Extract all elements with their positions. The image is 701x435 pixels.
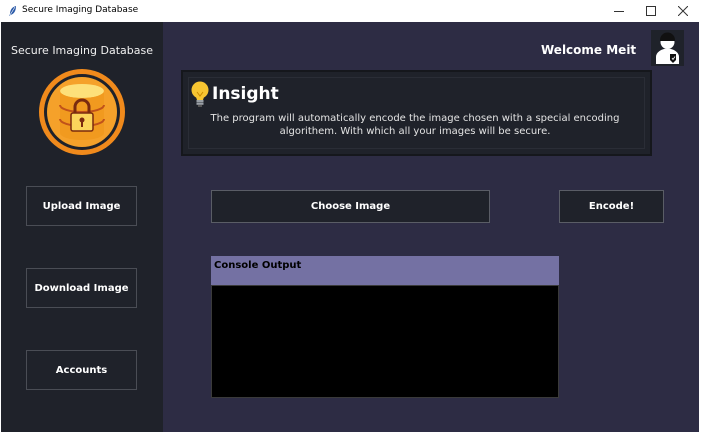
choose-image-button[interactable]: Choose Image [211,190,490,223]
lightbulb-icon [191,81,209,107]
minimize-icon [614,11,624,12]
console-output [211,285,559,398]
welcome-text: Welcome Meit [541,43,637,57]
close-button[interactable] [666,0,700,22]
window-title: Secure Imaging Database [22,5,139,15]
main-window: Secure Imaging Database Upload Image Dow… [1,22,699,432]
feather-icon [9,6,16,16]
window-titlebar: Secure Imaging Database [0,0,701,22]
accounts-button[interactable]: Accounts [26,350,137,390]
insight-title: Insight [212,84,279,104]
sidebar: Secure Imaging Database Upload Image Dow… [1,22,163,432]
close-icon [678,6,688,16]
encode-button[interactable]: Encode! [559,190,664,223]
sidebar-title: Secure Imaging Database [11,44,153,57]
maximize-icon [646,6,656,16]
user-shield-icon [656,32,679,64]
database-lock-icon [39,69,125,155]
upload-image-button[interactable]: Upload Image [26,186,137,226]
insight-text: The program will automatically encode th… [210,113,620,137]
console-header: Console Output [211,256,559,285]
maximize-button[interactable] [634,0,668,22]
minimize-button[interactable] [602,0,636,22]
avatar[interactable] [651,30,684,66]
insight-panel: Insight The program will automatically e… [181,70,652,156]
download-image-button[interactable]: Download Image [26,268,137,308]
